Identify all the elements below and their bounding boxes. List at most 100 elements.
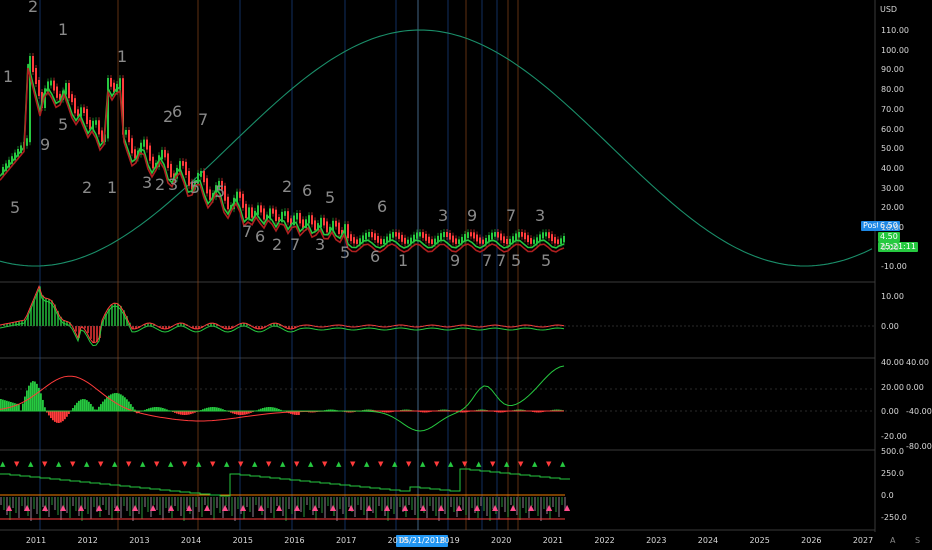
candle-body	[494, 232, 496, 237]
histogram-bar	[120, 394, 122, 411]
pane4-bar	[36, 497, 38, 514]
signal-marker: ▼	[14, 460, 20, 468]
pane4-bar	[234, 497, 236, 521]
pane4-bar	[489, 497, 491, 521]
candle-body	[458, 239, 460, 244]
pane4-triangle-marker: ▲	[366, 503, 373, 512]
pane4-bar	[372, 497, 374, 513]
pane3-axis-tick: 0.00	[881, 407, 899, 416]
pane3-axis-tick-right: -80.00	[906, 441, 932, 451]
signal-marker: ▲	[0, 460, 6, 468]
histogram-bar	[52, 411, 54, 421]
candle-body	[239, 191, 241, 198]
pane4-bar	[309, 497, 311, 510]
pane4-bar	[180, 497, 182, 516]
td-count-digit: 7	[482, 251, 492, 270]
pane4-triangle-marker: ▲	[222, 503, 229, 512]
signal-marker: ▲	[560, 460, 566, 468]
candle-body	[347, 224, 349, 239]
histogram-bar	[62, 411, 64, 422]
histogram-bar	[272, 407, 274, 411]
candle-body	[335, 220, 337, 227]
histogram-bar	[106, 397, 108, 411]
pane4-bar	[120, 497, 122, 518]
candle-body	[371, 232, 373, 238]
td-count-digit: 7	[198, 110, 208, 129]
pane4-bar	[249, 497, 251, 512]
candle-body	[452, 235, 454, 243]
histogram-bar	[50, 411, 52, 419]
year-label: 2015	[232, 536, 253, 545]
price-axis-tick: 60.00	[881, 124, 904, 134]
candle-body	[407, 239, 409, 244]
candle-body	[455, 238, 457, 244]
pane4-bar	[198, 497, 200, 512]
pane4-triangle-marker: ▲	[564, 503, 571, 512]
candle-body	[131, 138, 133, 154]
candle-body	[152, 156, 154, 169]
year-label: 2027	[852, 536, 874, 545]
signal-marker: ▼	[266, 460, 272, 468]
histogram-bar	[110, 394, 112, 411]
candle-body	[377, 236, 379, 243]
pane4-bar	[66, 497, 68, 513]
price-axis-tick: 70.00	[881, 104, 904, 114]
histogram-bar	[160, 407, 162, 411]
oscillator-bar	[93, 326, 95, 343]
pane4-triangle-marker: ▲	[492, 503, 499, 512]
histogram-bar	[88, 401, 90, 411]
histogram-bar	[184, 411, 186, 415]
pane4-bar	[522, 497, 524, 508]
histogram-bar	[210, 407, 212, 411]
oscillator-line-1	[0, 284, 565, 344]
pane4-bar	[15, 497, 17, 513]
pane4-bar	[552, 497, 554, 507]
signal-marker: ▲	[308, 460, 314, 468]
pane4-bar	[504, 497, 506, 512]
pane4-bar	[498, 497, 500, 519]
td-count-digit: 9	[450, 251, 460, 270]
histogram-bar	[82, 399, 84, 411]
chart-canvas[interactable]: 1215952 113 22365757 6 2276355 6613997 77535▲ ▼…	[0, 0, 932, 550]
signal-marker: ▼	[378, 460, 384, 468]
td-count-digit: 7	[290, 235, 300, 254]
year-label: 2013	[129, 536, 150, 545]
signal-marker: ▲	[532, 460, 538, 468]
log-scale-button[interactable]: S	[915, 536, 920, 545]
signal-marker: ▼	[70, 460, 76, 468]
candle-body	[431, 239, 433, 244]
histogram-bar	[56, 411, 58, 423]
pane4-bar	[177, 497, 179, 511]
candle-body	[557, 239, 559, 244]
histogram-bar	[34, 381, 36, 411]
pane4-triangle-marker: ▲	[276, 503, 283, 512]
signal-marker: ▲	[168, 460, 174, 468]
histogram-bar	[212, 407, 214, 411]
candle-body	[416, 232, 418, 239]
pane4-bar	[264, 497, 266, 520]
histogram-bar	[76, 402, 78, 411]
candle-body	[263, 208, 265, 220]
pane4-triangle-marker: ▲	[420, 503, 427, 512]
candle-body	[374, 233, 376, 241]
histogram-bar	[98, 406, 100, 411]
pane4-bar	[540, 497, 542, 521]
pane4-bar	[33, 497, 35, 509]
auto-scale-button[interactable]: A	[890, 536, 895, 545]
pane3-axis-tick-right: -40.00	[906, 407, 932, 416]
signal-marker: ▲	[364, 460, 370, 468]
pane4-bar	[141, 497, 143, 519]
candle-body	[422, 232, 424, 238]
pane4-bar	[216, 497, 218, 508]
signal-marker: ▲	[280, 460, 286, 468]
pane4-bar	[291, 497, 293, 514]
pane4-bar	[3, 497, 5, 510]
candle-body	[365, 232, 367, 240]
td-count-digit: 3	[535, 206, 545, 225]
signal-marker: ▼	[126, 460, 132, 468]
pane4-bar	[519, 497, 521, 520]
td-count-digit: 2	[82, 178, 92, 197]
histogram-bar	[104, 399, 106, 411]
year-label: 2024	[697, 536, 719, 545]
candle-body	[50, 80, 52, 86]
